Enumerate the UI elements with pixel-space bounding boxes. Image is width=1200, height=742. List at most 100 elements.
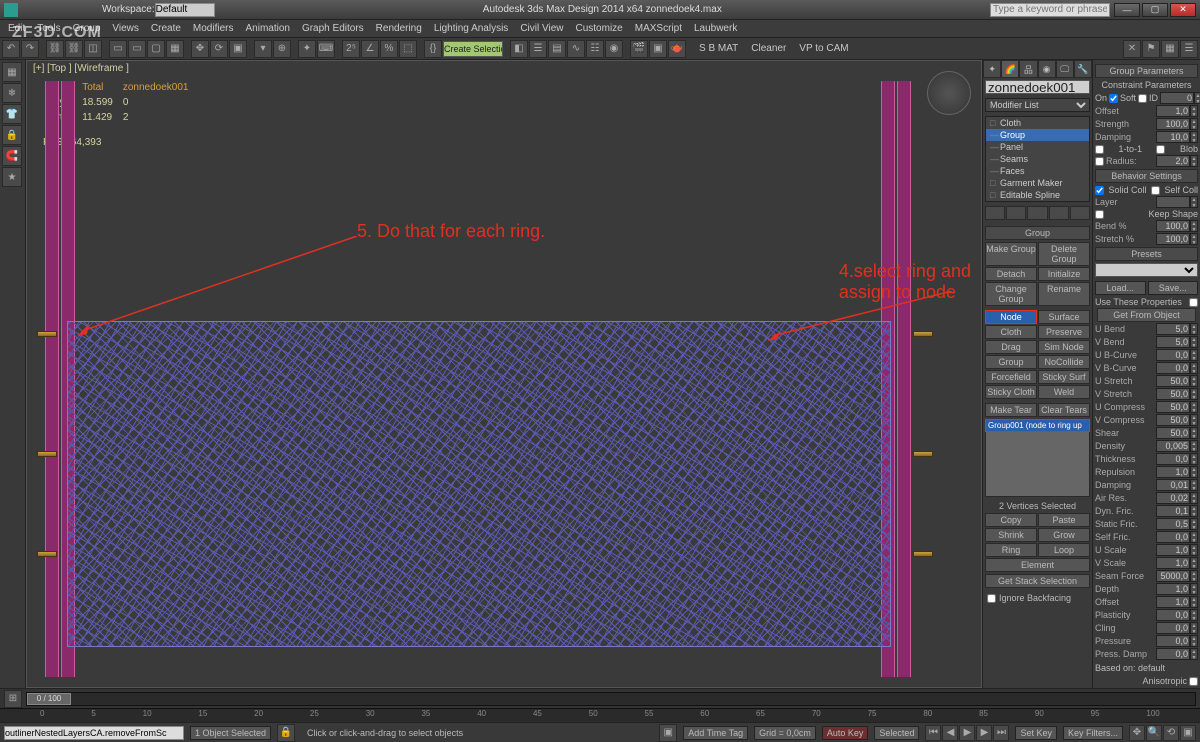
param-spinner[interactable] — [1156, 401, 1190, 413]
time-ruler[interactable]: 0510 152025 303540 455055 606570 758085 … — [0, 708, 1200, 722]
ring-object[interactable] — [913, 451, 933, 457]
window-crossing-icon[interactable]: ▦ — [166, 40, 184, 58]
stack-item[interactable]: Faces — [986, 165, 1089, 177]
cloth-button[interactable]: Cloth — [985, 325, 1037, 339]
stack-item[interactable]: Panel — [986, 141, 1089, 153]
menu-create[interactable]: Create — [145, 23, 187, 34]
ring-object[interactable] — [37, 451, 57, 457]
param-spinner[interactable] — [1156, 414, 1190, 426]
ring-object[interactable] — [913, 331, 933, 337]
unique-icon[interactable] — [1027, 206, 1047, 220]
utilities-tab[interactable]: 🔧 — [1074, 60, 1092, 78]
param-spinner[interactable] — [1156, 544, 1190, 556]
menu-lighting[interactable]: Lighting Analysis — [428, 23, 515, 34]
get-from-obj-button[interactable]: Get From Object — [1097, 308, 1196, 322]
offset-spinner[interactable] — [1156, 105, 1190, 117]
blob-checkbox[interactable] — [1156, 145, 1165, 154]
param-spinner[interactable] — [1156, 570, 1190, 582]
flag-icon[interactable]: ⚑ — [1142, 40, 1160, 58]
useprops-checkbox[interactable] — [1189, 298, 1198, 307]
param-spinner[interactable] — [1156, 349, 1190, 361]
1to1-checkbox[interactable] — [1095, 145, 1104, 154]
param-spinner[interactable] — [1156, 479, 1190, 491]
rotate-icon[interactable]: ⟳ — [210, 40, 228, 58]
param-spinner[interactable] — [1156, 388, 1190, 400]
menu-animation[interactable]: Animation — [239, 23, 295, 34]
stack-item[interactable]: Group — [986, 129, 1089, 141]
make-tear-button[interactable]: Make Tear — [985, 403, 1037, 417]
modify-tab[interactable]: 🌈 — [1001, 60, 1019, 78]
ring-object[interactable] — [37, 551, 57, 557]
pan-icon[interactable]: ✥ — [1129, 725, 1145, 741]
pivot-icon[interactable]: ⊕ — [273, 40, 291, 58]
menu-icon[interactable]: ☰ — [1180, 40, 1198, 58]
radius-spinner[interactable] — [1156, 155, 1190, 167]
schematic-icon[interactable]: ☷ — [586, 40, 604, 58]
snap-icon[interactable]: 2⁵ — [342, 40, 360, 58]
keymode-icon[interactable]: ⌨ — [317, 40, 335, 58]
strength-spinner[interactable] — [1156, 118, 1190, 130]
select-icon[interactable]: ▭ — [109, 40, 127, 58]
stack-item[interactable]: Cloth — [986, 117, 1089, 129]
forcefield-button[interactable]: Forcefield — [985, 370, 1037, 384]
group-list[interactable]: Group001 (node to ring up — [985, 419, 1090, 497]
initialize-button[interactable]: Initialize — [1038, 267, 1090, 281]
create-tab[interactable]: ✦ — [983, 60, 1001, 78]
freeze-icon[interactable]: ❄ — [2, 83, 22, 103]
preset-dropdown[interactable] — [1095, 263, 1198, 277]
param-spinner[interactable] — [1156, 648, 1190, 660]
load-button[interactable]: Load... — [1095, 281, 1146, 295]
pctsnap-icon[interactable]: % — [380, 40, 398, 58]
bendpct-spinner[interactable] — [1156, 220, 1190, 232]
drag-button[interactable]: Drag — [985, 340, 1037, 354]
isolate-icon[interactable]: ▣ — [659, 724, 677, 742]
namedsel-icon[interactable]: {} — [424, 40, 442, 58]
minimize-button[interactable]: — — [1114, 3, 1140, 17]
motion-tab[interactable]: ◉ — [1038, 60, 1056, 78]
anglesnap-icon[interactable]: ∠ — [361, 40, 379, 58]
vptocam-button[interactable]: VP to CAM — [793, 43, 854, 54]
cube-icon[interactable]: ▦ — [1161, 40, 1179, 58]
goto-end-icon[interactable]: ⏭ — [993, 725, 1009, 741]
menu-laubwerk[interactable]: Laubwerk — [688, 23, 743, 34]
solidcoll-checkbox[interactable] — [1095, 186, 1104, 195]
grow-button[interactable]: Grow — [1038, 528, 1090, 542]
loop-button[interactable]: Loop — [1038, 543, 1090, 557]
time-slider-knob[interactable]: 0 / 100 — [27, 693, 71, 705]
zoom-icon[interactable]: 🔍 — [1146, 725, 1162, 741]
param-spinner[interactable] — [1156, 622, 1190, 634]
shrink-button[interactable]: Shrink — [985, 528, 1037, 542]
soft-checkbox[interactable] — [1138, 94, 1147, 103]
lock-sel-icon[interactable]: 🔒 — [277, 724, 295, 742]
orbit-icon[interactable]: ⟲ — [1163, 725, 1179, 741]
timeconfig-icon[interactable]: ⊞ — [4, 690, 22, 708]
play-icon[interactable]: ▶ — [959, 725, 975, 741]
param-spinner[interactable] — [1156, 609, 1190, 621]
copy-button[interactable]: Copy — [985, 513, 1037, 527]
save-button[interactable]: Save... — [1148, 281, 1199, 295]
param-spinner[interactable] — [1156, 492, 1190, 504]
x-icon[interactable]: ✕ — [1123, 40, 1141, 58]
maxview-icon[interactable]: ▣ — [1180, 725, 1196, 741]
param-spinner[interactable] — [1156, 596, 1190, 608]
layer-spinner[interactable] — [1156, 196, 1190, 208]
surface-button[interactable]: Surface — [1038, 310, 1090, 324]
pin-stack-icon[interactable] — [985, 206, 1005, 220]
param-spinner[interactable] — [1156, 466, 1190, 478]
ring-object[interactable] — [913, 551, 933, 557]
menu-maxscript[interactable]: MAXScript — [629, 23, 688, 34]
region-icon[interactable]: ▢ — [147, 40, 165, 58]
stack-item[interactable]: Garment Maker — [986, 177, 1089, 189]
make-group-button[interactable]: Make Group — [985, 242, 1037, 266]
material-icon[interactable]: ◉ — [605, 40, 623, 58]
lock-icon[interactable]: 🔒 — [2, 125, 22, 145]
param-spinner[interactable] — [1156, 453, 1190, 465]
param-spinner[interactable] — [1156, 375, 1190, 387]
configure-icon[interactable] — [1070, 206, 1090, 220]
stack-item[interactable]: Editable Spline — [986, 189, 1089, 201]
param-spinner[interactable] — [1156, 557, 1190, 569]
object-name-input[interactable] — [985, 80, 1090, 94]
change-group-button[interactable]: Change Group — [985, 282, 1037, 306]
param-spinner[interactable] — [1156, 531, 1190, 543]
param-spinner[interactable] — [1156, 323, 1190, 335]
